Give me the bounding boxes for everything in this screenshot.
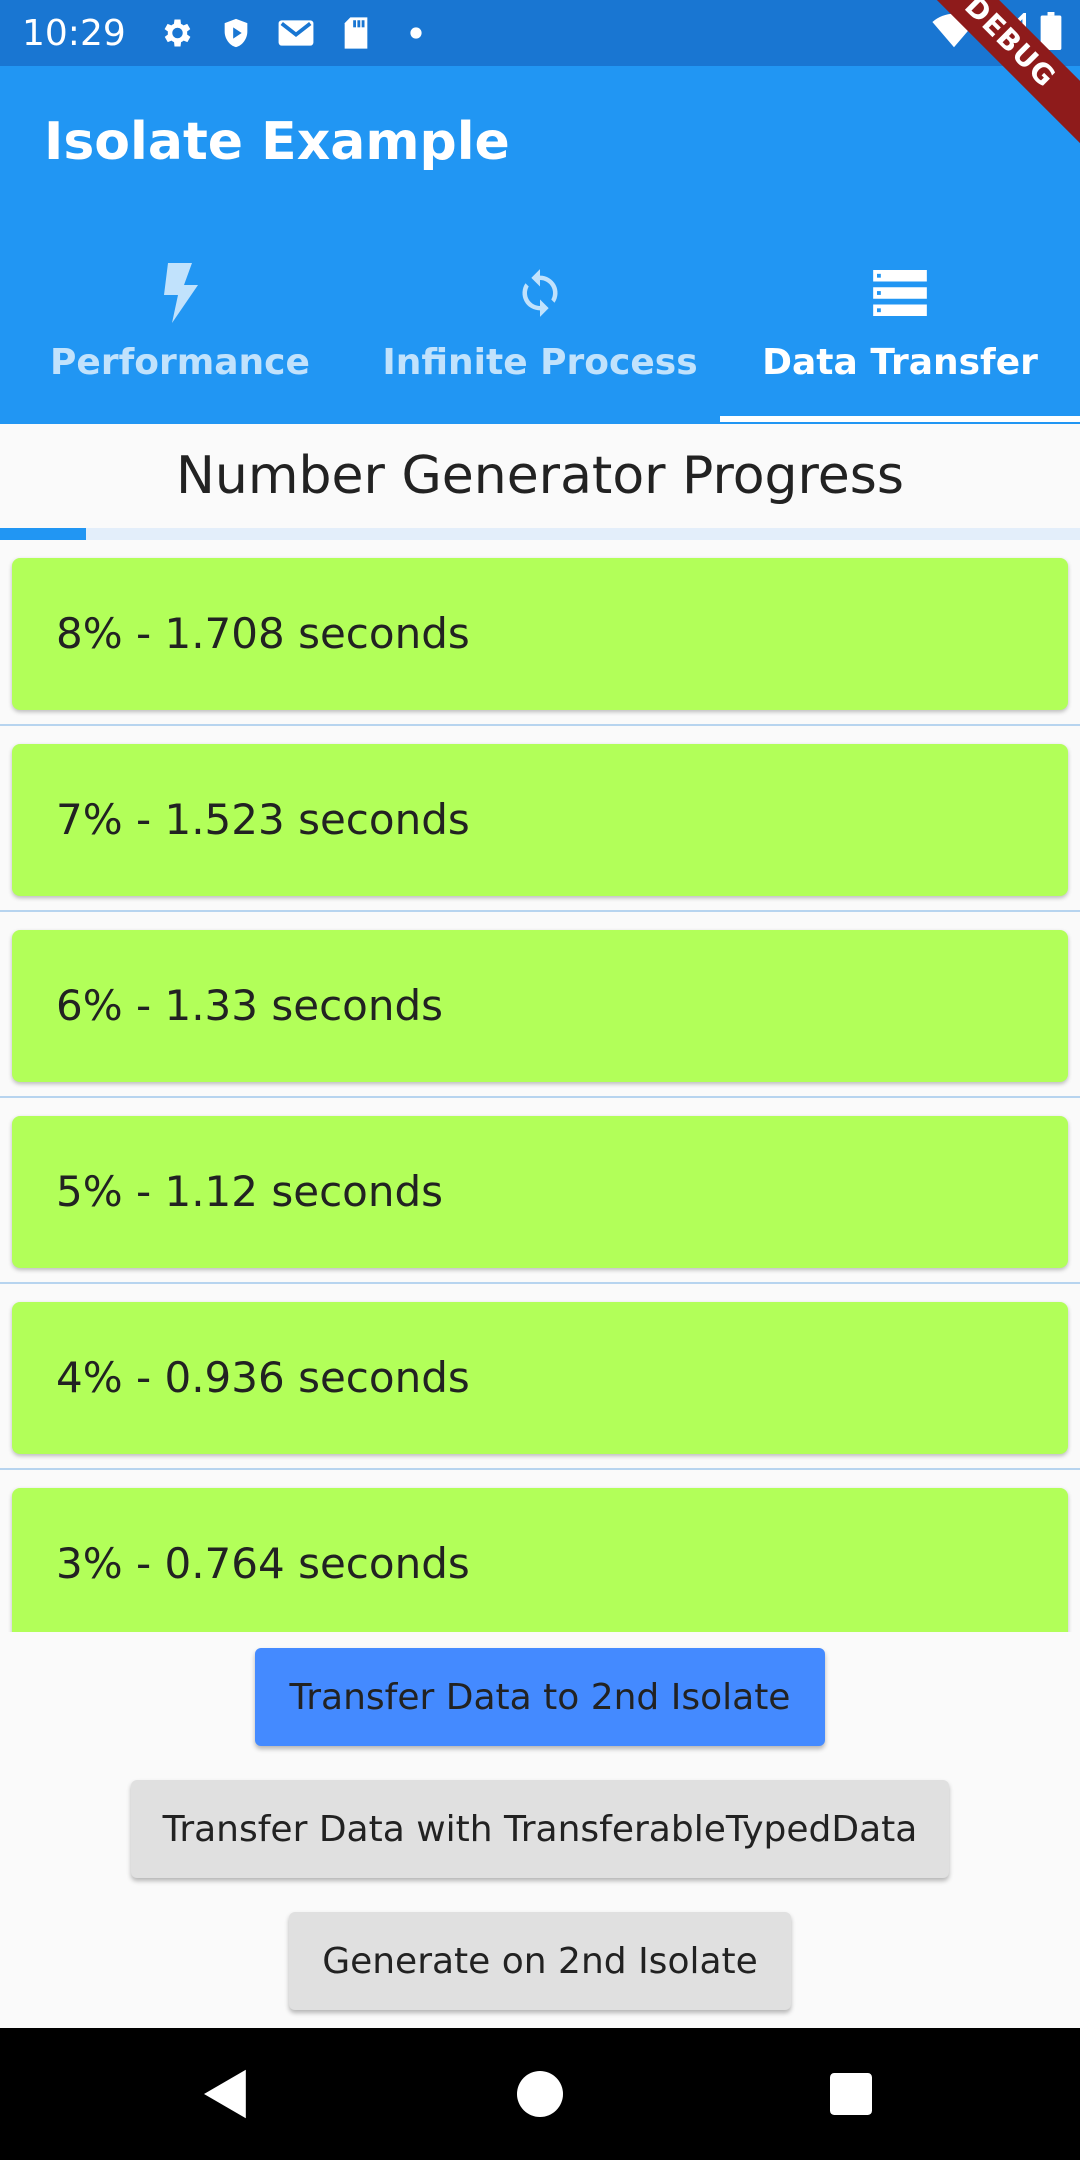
recents-icon[interactable] [811, 2054, 891, 2134]
tab-infinite-process[interactable]: Infinite Process [360, 238, 720, 424]
tab-performance[interactable]: Performance [0, 238, 360, 424]
result-card: 4% - 0.936 seconds [12, 1302, 1068, 1454]
list-item: 4% - 0.936 seconds [0, 1284, 1080, 1470]
result-text: 3% - 0.764 seconds [56, 1539, 470, 1588]
list-item: 8% - 1.708 seconds [0, 540, 1080, 726]
transfer-data-button[interactable]: Transfer Data to 2nd Isolate [255, 1648, 825, 1746]
dot-icon [390, 7, 442, 59]
list-item: 7% - 1.523 seconds [0, 726, 1080, 912]
back-icon[interactable] [186, 2054, 266, 2134]
app-title: Isolate Example [44, 112, 510, 172]
list-item: 3% - 0.764 seconds [0, 1470, 1080, 1632]
tab-data-transfer-label: Data Transfer [762, 342, 1038, 383]
shield-icon [210, 7, 262, 59]
result-list[interactable]: 8% - 1.708 seconds 7% - 1.523 seconds 6%… [0, 540, 1080, 1632]
result-card: 6% - 1.33 seconds [12, 930, 1068, 1082]
tab-data-transfer[interactable]: Data Transfer [720, 238, 1080, 424]
gmail-icon [270, 7, 322, 59]
result-text: 5% - 1.12 seconds [56, 1167, 444, 1216]
list-item: 5% - 1.12 seconds [0, 1098, 1080, 1284]
progress-fill [0, 528, 87, 540]
tab-performance-label: Performance [50, 342, 310, 383]
result-card: 5% - 1.12 seconds [12, 1116, 1068, 1268]
section-title: Number Generator Progress [0, 424, 1080, 528]
tab-infinite-process-label: Infinite Process [382, 342, 698, 383]
app-bar: Isolate Example Performance Infinite Pro… [0, 66, 1080, 424]
status-time: 10:29 [22, 12, 126, 54]
sync-icon [360, 258, 720, 328]
progress-bar [0, 528, 1080, 540]
tab-bar: Performance Infinite Process Data Transf… [0, 238, 1080, 424]
transferable-typed-data-button[interactable]: Transfer Data with TransferableTypedData [131, 1780, 949, 1878]
tab-indicator [720, 416, 1080, 422]
status-bar: 10:29 [0, 0, 1080, 66]
result-text: 6% - 1.33 seconds [56, 981, 444, 1030]
action-buttons: Transfer Data to 2nd Isolate Transfer Da… [0, 1632, 1080, 2028]
result-text: 8% - 1.708 seconds [56, 609, 470, 658]
result-card: 3% - 0.764 seconds [12, 1488, 1068, 1632]
system-nav-bar [0, 2028, 1080, 2160]
result-card: 8% - 1.708 seconds [12, 558, 1068, 710]
result-text: 4% - 0.936 seconds [56, 1353, 470, 1402]
storage-icon [720, 258, 1080, 328]
list-item: 6% - 1.33 seconds [0, 912, 1080, 1098]
home-icon[interactable] [500, 2054, 580, 2134]
flash-icon [0, 258, 360, 328]
sd-card-icon [330, 7, 382, 59]
settings-icon [150, 7, 202, 59]
result-text: 7% - 1.523 seconds [56, 795, 470, 844]
result-card: 7% - 1.523 seconds [12, 744, 1068, 896]
generate-button[interactable]: Generate on 2nd Isolate [289, 1912, 791, 2010]
